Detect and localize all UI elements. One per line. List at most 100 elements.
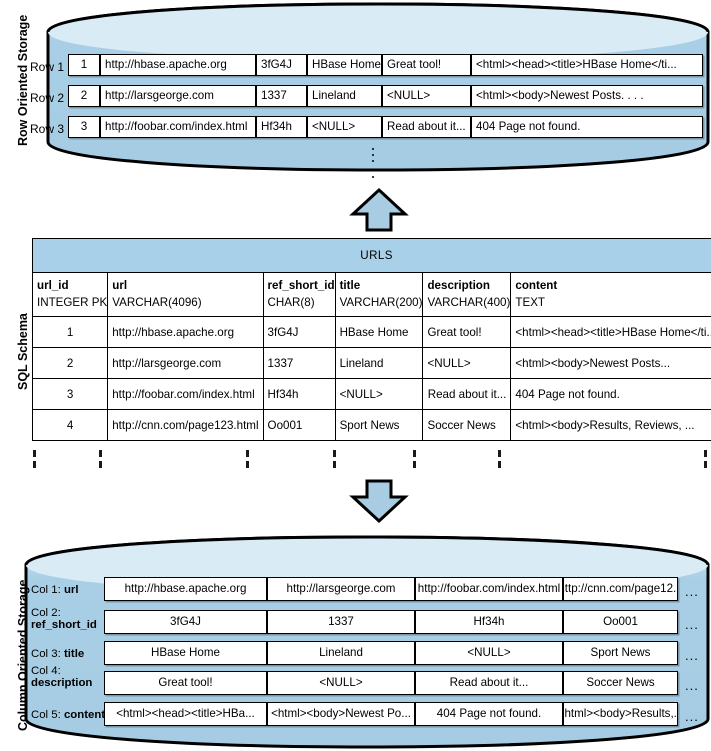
col-label-1-name: url xyxy=(63,584,79,596)
col2-ellipsis: ... xyxy=(685,617,699,632)
row-storage-vertical-ellipsis xyxy=(371,144,375,166)
col-label-2-name: ref_short_id xyxy=(31,619,97,632)
col2-cell-2: 1337 xyxy=(267,610,415,634)
col5-ellipsis: ... xyxy=(685,709,699,724)
row2-cell-url: http://larsgeorge.com xyxy=(100,85,256,107)
column-continuation-tick xyxy=(99,461,102,468)
row-oriented-storage-label: Row Oriented Storage xyxy=(16,14,30,146)
sql-r2-description: <NULL> xyxy=(422,347,512,379)
row2-cell-title: Lineland xyxy=(307,85,382,107)
row-label-1: Row 1 xyxy=(30,60,65,74)
col-label-4: Col 4: description xyxy=(31,665,92,690)
row3-cell-url_id: 3 xyxy=(68,116,100,138)
row1-cell-description: Great tool! xyxy=(382,54,471,76)
column-continuation-tick xyxy=(333,450,336,457)
col5-cell-3: 404 Page not found. xyxy=(415,702,563,726)
col-label-1-prefix: Col 1: xyxy=(31,584,61,596)
row-storage-vertical-ellipsis-outer xyxy=(371,172,375,182)
col1-cell-4: http://cnn.com/page12... xyxy=(563,577,678,601)
sql-r3-description: Read about it... xyxy=(422,378,512,410)
row-label-3: Row 3 xyxy=(30,122,65,136)
col1-ellipsis: ... xyxy=(685,584,699,599)
sql-header-name-ref_short_id: ref_short_id xyxy=(267,278,335,292)
col4-ellipsis: ... xyxy=(685,678,699,693)
col3-cell-4: Sport News xyxy=(563,641,678,665)
row1-cell-url: http://hbase.apache.org xyxy=(100,54,256,76)
sql-table-row: 3 http://foobar.com/index.html Hf34h <NU… xyxy=(31,378,711,410)
col-label-5: Col 5: content xyxy=(31,709,105,721)
sql-table-row: 2 http://larsgeorge.com 1337 Lineland <N… xyxy=(31,347,711,379)
sql-header-name-url_id: url_id xyxy=(37,278,69,292)
sql-r2-title: Lineland xyxy=(334,347,424,379)
col1-cell-2: http://larsgeorge.com xyxy=(267,577,415,601)
sql-r4-content: <html><body>Results, Reviews, ... xyxy=(510,409,711,441)
sql-r2-url_id: 2 xyxy=(31,347,109,379)
col2-cell-3: Hf34h xyxy=(415,610,563,634)
sql-r3-content: 404 Page not found. xyxy=(510,378,711,410)
sql-header-name-content: content xyxy=(515,278,558,292)
sql-table-row: 1 http://hbase.apache.org 3fG4J HBase Ho… xyxy=(31,316,711,348)
row2-cell-content: <html><body>Newest Posts. . . . xyxy=(471,85,703,107)
row1-cell-ref_short_id: 3fG4J xyxy=(256,54,307,76)
sql-r1-url: http://hbase.apache.org xyxy=(107,316,264,348)
column-continuation-tick xyxy=(246,450,249,457)
col4-cell-1: Great tool! xyxy=(104,671,267,695)
col1-cell-3: http://foobar.com/index.html xyxy=(415,577,563,601)
column-continuation-tick xyxy=(413,450,416,457)
col-label-3-prefix: Col 3: xyxy=(31,648,61,660)
sql-header-url: url VARCHAR(4096) xyxy=(107,272,264,317)
column-continuation-tick xyxy=(333,461,336,468)
col-label-1: Col 1: url xyxy=(31,584,79,596)
row2-cell-ref_short_id: 1337 xyxy=(256,85,307,107)
col-label-2-prefix: Col 2: xyxy=(31,607,61,619)
sql-r3-ref_short_id: Hf34h xyxy=(262,378,336,410)
sql-header-type-ref_short_id: CHAR(8) xyxy=(267,295,315,309)
col2-cell-1: 3fG4J xyxy=(104,610,267,634)
row3-cell-url: http://foobar.com/index.html xyxy=(100,116,256,138)
sql-r2-ref_short_id: 1337 xyxy=(262,347,336,379)
sql-header-name-title: title xyxy=(339,278,361,292)
figure-canvas: Row Oriented Storage Row 1 1 http://hbas… xyxy=(0,0,711,751)
column-continuation-tick xyxy=(498,461,501,468)
row3-cell-content: 404 Page not found. xyxy=(471,116,703,138)
sql-r3-url: http://foobar.com/index.html xyxy=(107,378,264,410)
col-label-4-prefix: Col 4: xyxy=(31,665,61,677)
row3-cell-description: Read about it... xyxy=(382,116,471,138)
row3-cell-title: <NULL> xyxy=(307,116,382,138)
sql-r1-ref_short_id: 3fG4J xyxy=(262,316,336,348)
sql-r4-url: http://cnn.com/page123.html xyxy=(107,409,264,441)
col5-cell-4: <html><body>Results,... xyxy=(563,702,678,726)
col3-ellipsis: ... xyxy=(685,648,699,663)
col4-cell-3: Read about it... xyxy=(415,671,563,695)
sql-header-title: title VARCHAR(200) xyxy=(334,272,424,317)
sql-table-title-row: URLS xyxy=(31,238,711,273)
row1-cell-title: HBase Home xyxy=(307,54,382,76)
sql-r2-url: http://larsgeorge.com xyxy=(107,347,264,379)
row2-cell-url_id: 2 xyxy=(68,85,100,107)
sql-r4-ref_short_id: Oo001 xyxy=(262,409,336,441)
sql-r4-url_id: 4 xyxy=(31,409,109,441)
sql-header-description: description VARCHAR(400) xyxy=(422,272,512,317)
col-label-3-name: title xyxy=(63,648,85,660)
sql-schema-table: URLS url_id INTEGER PK url VARCHAR(4096)… xyxy=(31,238,711,441)
col1-cell-1: http://hbase.apache.org xyxy=(104,577,267,601)
column-continuation-tick xyxy=(99,450,102,457)
arrow-up xyxy=(349,187,409,238)
column-continuation-tick xyxy=(704,450,707,457)
column-continuation-tick xyxy=(413,461,416,468)
sql-header-url_id: url_id INTEGER PK xyxy=(31,272,109,317)
sql-header-name-description: description xyxy=(427,278,490,292)
sql-header-type-title: VARCHAR(200) xyxy=(339,295,423,309)
sql-r1-url_id: 1 xyxy=(31,316,109,348)
sql-header-type-url: VARCHAR(4096) xyxy=(112,295,202,309)
sql-r3-title: <NULL> xyxy=(334,378,424,410)
col3-cell-2: Lineland xyxy=(267,641,415,665)
sql-table-name: URLS xyxy=(31,238,711,273)
col-label-2: Col 2: ref_short_id xyxy=(31,607,97,632)
sql-header-name-url: url xyxy=(112,278,128,292)
column-continuation-tick xyxy=(33,461,36,468)
sql-header-content: content TEXT xyxy=(510,272,711,317)
sql-header-type-content: TEXT xyxy=(515,295,546,309)
col5-cell-2: <html><body>Newest Po... xyxy=(267,702,415,726)
column-continuation-tick xyxy=(33,450,36,457)
